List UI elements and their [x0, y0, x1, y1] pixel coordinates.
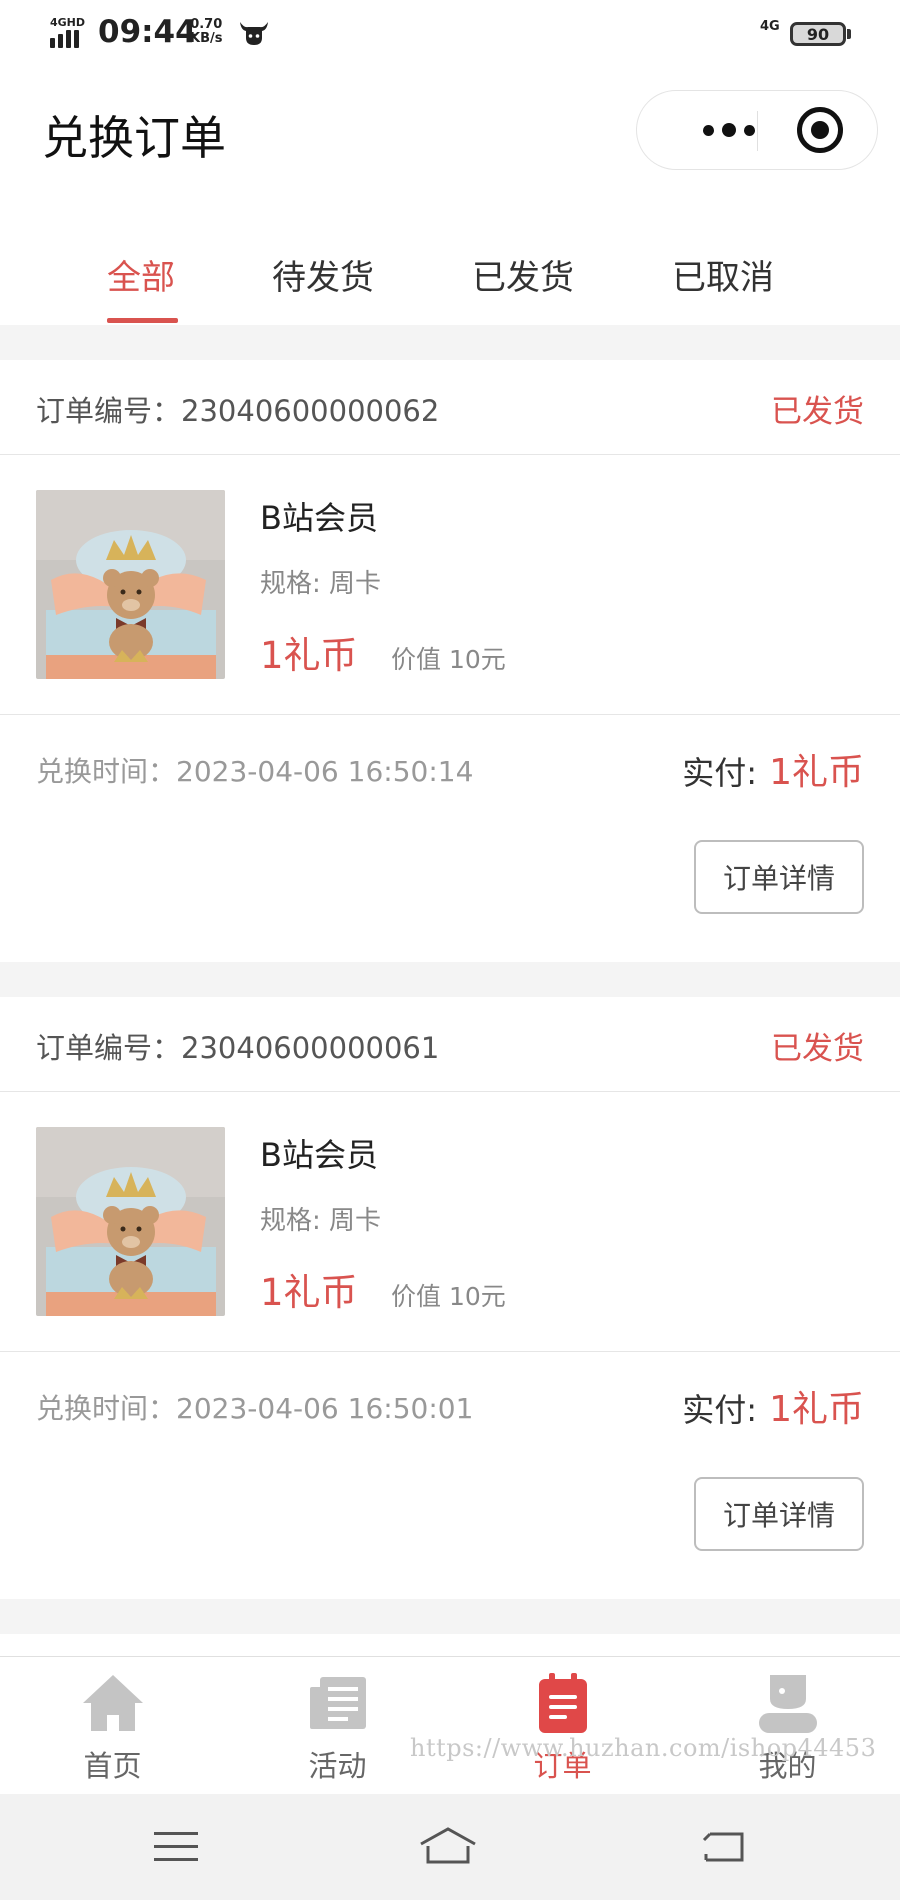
nav-item-home[interactable]: 首页 [0, 1657, 225, 1795]
more-dots-icon[interactable] [673, 91, 793, 169]
exchange-time-label: 兑换时间： [36, 1392, 177, 1425]
signal-label: 4GHD [50, 16, 86, 29]
tab-pending-shipment[interactable]: 待发货 [272, 250, 374, 299]
order-detail-button[interactable]: 订单详情 [694, 840, 864, 914]
product-price: 1礼币 [260, 1271, 358, 1314]
status-time: 09:44 [98, 14, 197, 50]
network-type: 4G [760, 19, 780, 34]
watermark-text: https://www.huzhan.com/ishop44453 [410, 1734, 877, 1762]
teddy-bear-cake-image [36, 1127, 225, 1316]
net-speed-unit: KB/s [190, 31, 223, 46]
net-speed-value: 0.70 [190, 17, 223, 32]
nav-label: 首页 [83, 1749, 142, 1783]
net-speed: 0.70 KB/s [190, 18, 222, 46]
divider [0, 1351, 900, 1352]
product-spec: 规格: 周卡 [260, 1206, 382, 1236]
order-number-value: 23040600000062 [181, 394, 440, 428]
exchange-time-value: 2023-04-06 16:50:14 [176, 755, 474, 788]
order-detail-button[interactable]: 订单详情 [694, 1477, 864, 1551]
section-gap [0, 1599, 900, 1634]
order-status: 已发货 [771, 1031, 864, 1067]
bottom-nav: 首页 活动 订单 我的 https://www.huzhan.com/ishop… [0, 1656, 900, 1794]
exchange-time-label: 兑换时间： [36, 755, 177, 788]
battery-icon: 90 [790, 22, 846, 46]
active-tab-indicator [107, 318, 178, 323]
exchange-time-value: 2023-04-06 16:50:01 [176, 1392, 474, 1425]
capsule-divider [757, 111, 758, 151]
order-status: 已发货 [771, 394, 864, 430]
page-title: 兑换订单 [42, 111, 226, 165]
paid-label: 实付: [682, 1391, 758, 1429]
tab-shipped[interactable]: 已发货 [472, 250, 574, 299]
back-icon[interactable] [696, 1824, 756, 1870]
order-tabs: 全部 待发货 已发货 已取消 [0, 230, 900, 325]
divider [0, 714, 900, 715]
order-header: 订单编号：23040600000061 已发货 [0, 997, 900, 1092]
product-image[interactable] [36, 490, 225, 679]
target-circle-icon[interactable] [797, 107, 843, 153]
exchange-time: 兑换时间：2023-04-06 16:50:14 [36, 750, 473, 790]
bull-icon [240, 22, 268, 45]
product-worth: 价值 10元 [391, 645, 506, 674]
section-gap [0, 325, 900, 360]
nav-item-mine[interactable]: 我的 [675, 1657, 900, 1795]
product-price: 1礼币 [260, 634, 358, 677]
product-spec: 规格: 周卡 [260, 569, 382, 599]
tab-all[interactable]: 全部 [107, 250, 175, 299]
paid-value: 1礼币 [769, 1389, 864, 1430]
user-icon [758, 1675, 817, 1733]
battery-tip [847, 29, 851, 39]
order-card: 订单编号：23040600000062 已发货 B站会员 规格: 周卡 1礼币 … [0, 360, 900, 962]
order-header: 订单编号：23040600000062 已发货 [0, 360, 900, 455]
order-card-partial [0, 1634, 900, 1656]
paid-value: 1礼币 [769, 752, 864, 793]
section-gap [0, 962, 900, 997]
title-bar: 兑换订单 [0, 70, 900, 190]
order-number-label: 订单编号： [36, 1031, 182, 1065]
system-nav-bar [0, 1794, 900, 1900]
order-card: 订单编号：23040600000061 已发货 B站会员 规格: 周卡 1礼币 … [0, 997, 900, 1599]
teddy-bear-cake-image [36, 490, 225, 679]
nav-item-orders[interactable]: 订单 [450, 1657, 675, 1795]
document-icon [309, 1677, 366, 1729]
tab-cancelled[interactable]: 已取消 [672, 250, 774, 299]
paid-label: 实付: [682, 754, 758, 792]
exchange-time: 兑换时间：2023-04-06 16:50:01 [36, 1387, 473, 1427]
signal-icon: 4GHD [50, 16, 88, 48]
home-button-icon[interactable] [418, 1824, 478, 1870]
menu-icon[interactable] [146, 1824, 206, 1870]
paid-amount: 实付: 1礼币 [682, 1380, 864, 1432]
product-name: B站会员 [260, 1136, 378, 1174]
status-bar: 4GHD 09:44 0.70 KB/s 4G 90 [0, 0, 900, 70]
order-number: 订单编号：23040600000061 [36, 1025, 439, 1067]
clipboard-icon [538, 1673, 587, 1733]
product-image[interactable] [36, 1127, 225, 1316]
order-number-value: 23040600000061 [181, 1031, 440, 1065]
order-number: 订单编号：23040600000062 [36, 388, 439, 430]
product-name: B站会员 [260, 499, 378, 537]
home-icon [82, 1675, 143, 1731]
mini-program-capsule [636, 90, 878, 170]
battery-level: 90 [806, 24, 830, 44]
order-number-label: 订单编号： [36, 394, 182, 428]
paid-amount: 实付: 1礼币 [682, 743, 864, 795]
product-worth: 价值 10元 [391, 1282, 506, 1311]
nav-item-activity[interactable]: 活动 [225, 1657, 450, 1795]
